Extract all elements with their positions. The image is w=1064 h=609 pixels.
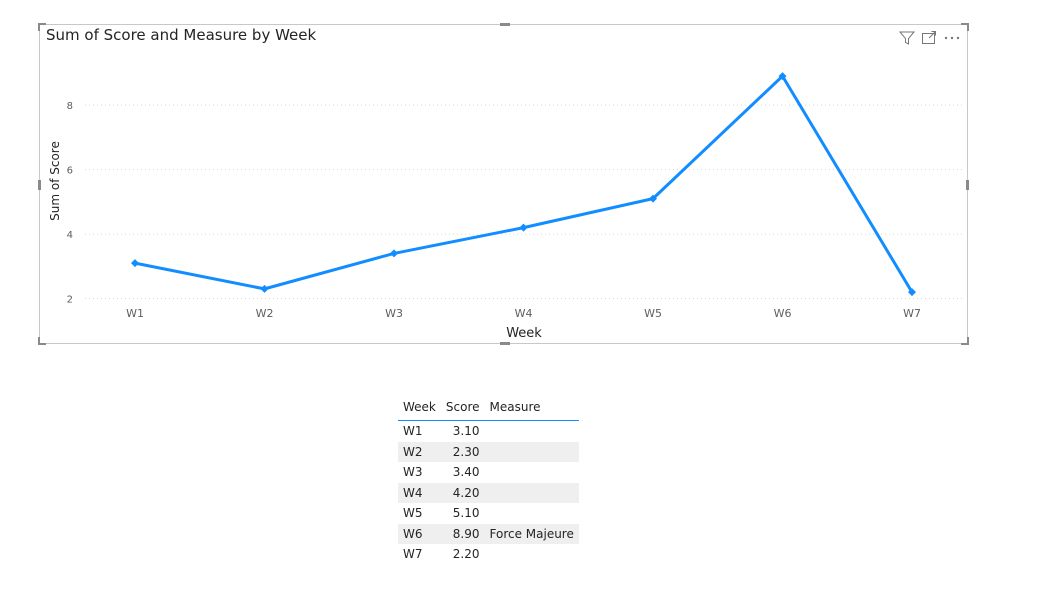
table-row: W3 3.40 xyxy=(398,462,579,483)
x-tick-label: W1 xyxy=(126,307,144,320)
table-cell-score: 8.90 xyxy=(440,523,485,544)
table-cell-score: 3.10 xyxy=(452,424,480,439)
x-tick-label: W3 xyxy=(385,307,403,320)
table-cell-measure xyxy=(485,544,579,565)
table-row: W7 2.20 xyxy=(398,544,579,565)
table-row: W1 3.10 xyxy=(398,421,579,442)
table-cell-week: W7 xyxy=(403,547,423,562)
y-tick-label: 2 xyxy=(67,295,73,306)
table-row: W2 2.30 xyxy=(398,441,579,462)
x-tick-label: W5 xyxy=(644,307,662,320)
y-tick-label: 6 xyxy=(67,166,73,177)
table-cell-measure xyxy=(484,482,579,503)
data-point-W2[interactable] xyxy=(260,284,269,293)
x-axis-title: Week xyxy=(506,326,542,341)
table-cell-measure xyxy=(484,441,579,462)
table-row: W6 8.90 Force Majeure xyxy=(398,523,579,544)
table-cell-week: W3 xyxy=(403,465,423,480)
table-cell-score: 5.10 xyxy=(452,506,480,521)
y-tick-label: 8 xyxy=(67,101,73,112)
table-cell-score: 4.20 xyxy=(440,482,485,503)
table-cell-measure xyxy=(485,421,579,442)
table-cell-score: 2.30 xyxy=(440,441,485,462)
table-header-week[interactable]: Week xyxy=(398,397,441,421)
table-cell-week: W5 xyxy=(403,506,423,521)
data-table: Week Score Measure W1 3.10 W2 2.30 W3 3.… xyxy=(398,397,579,565)
table-cell-score: 3.40 xyxy=(452,465,480,480)
table-row: W4 4.20 xyxy=(398,482,579,503)
table-cell-week: W1 xyxy=(403,424,423,439)
line-chart-visual[interactable]: Sum of Score and Measure by Week 2468 W1… xyxy=(38,23,969,345)
table-cell-score: 2.20 xyxy=(452,547,480,562)
table-cell-week: W2 xyxy=(398,441,441,462)
x-tick-label: W6 xyxy=(774,307,792,320)
table-cell-measure: Force Majeure xyxy=(484,523,579,544)
table-header-row: Week Score Measure xyxy=(398,397,579,421)
data-point-W1[interactable] xyxy=(131,259,139,268)
table-cell-week: W6 xyxy=(398,523,441,544)
chart-plot-area: 2 4 6 8 W1 W2 W3 W4 W5 W6 W7 Week Sum of Score xyxy=(48,72,965,341)
x-tick-label: W2 xyxy=(256,307,274,320)
y-axis-title: Sum of Score xyxy=(48,141,62,221)
x-tick-label: W7 xyxy=(903,307,921,320)
series-line[interactable] xyxy=(133,74,914,294)
y-tick-label: 4 xyxy=(67,230,73,241)
data-point-W3[interactable] xyxy=(390,249,398,258)
table-cell-measure xyxy=(485,503,579,524)
table-cell-week: W4 xyxy=(398,482,441,503)
table-header-measure[interactable]: Measure xyxy=(484,397,579,421)
table-cell-measure xyxy=(485,462,579,483)
table-header-score[interactable]: Score xyxy=(440,397,485,421)
x-tick-label: W4 xyxy=(515,307,533,320)
table-row: W5 5.10 xyxy=(398,503,579,524)
data-point-W4[interactable] xyxy=(519,223,528,232)
